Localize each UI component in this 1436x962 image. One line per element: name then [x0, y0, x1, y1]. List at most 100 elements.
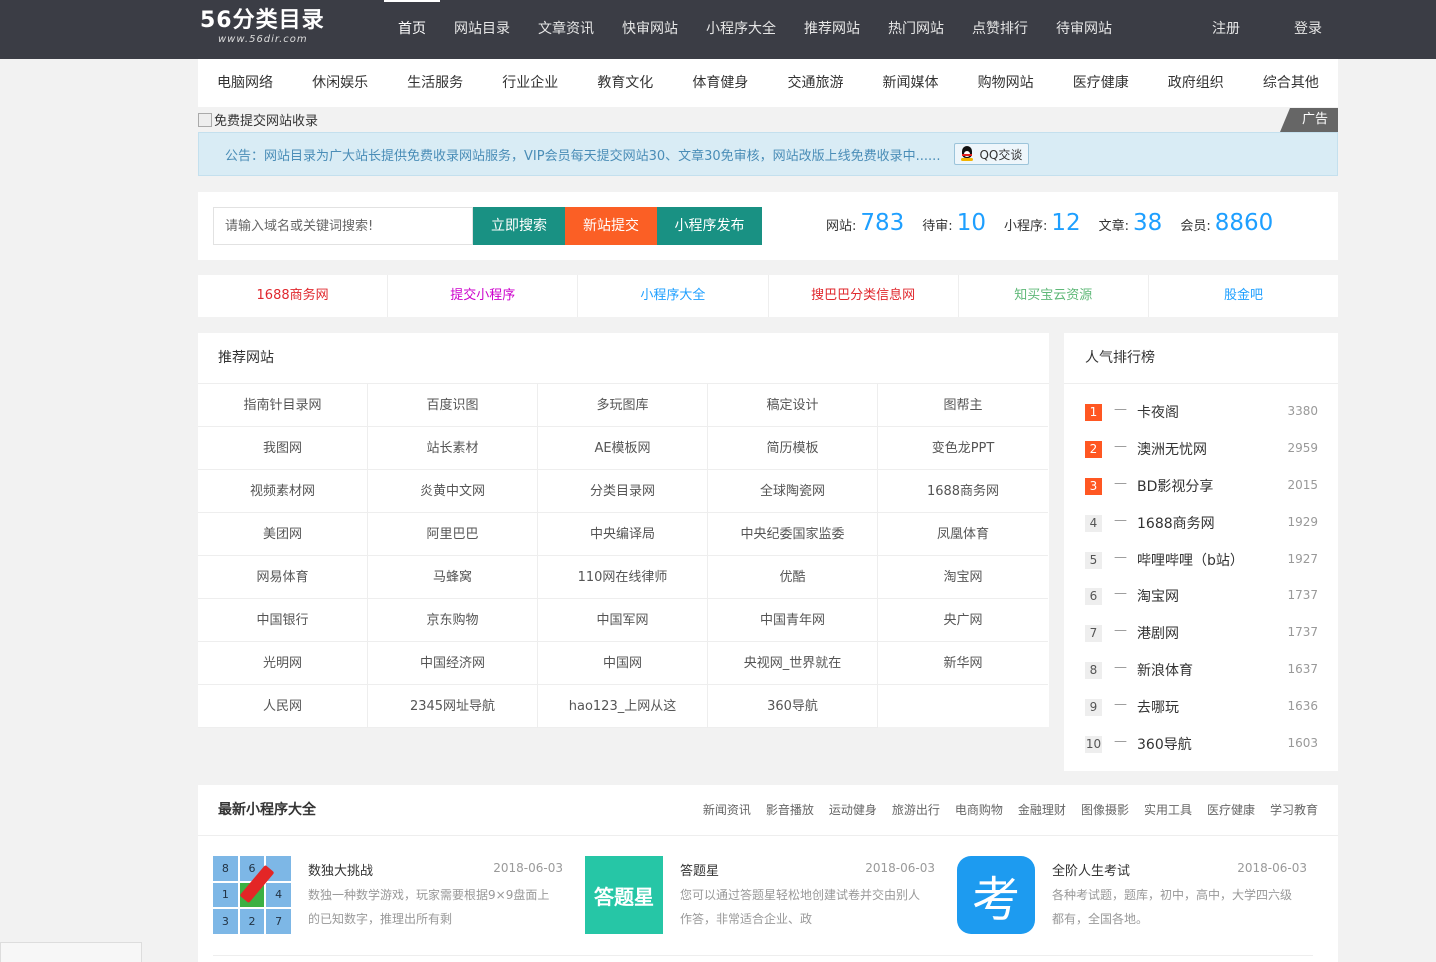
ranking-item[interactable]: 2 — 澳洲无忧网 2959 [1064, 438, 1338, 475]
register-link[interactable]: 注册 [1198, 0, 1254, 59]
nav-directory[interactable]: 网站目录 [440, 0, 524, 59]
rank-site-name[interactable]: 卡夜阁 [1137, 402, 1179, 422]
recommended-site-link[interactable]: 阿里巴巴 [368, 513, 538, 556]
mini-program-card[interactable]: 8614327 数独大挑战 2018-06-03 数独一种数学游戏，玩家需要根据… [213, 856, 563, 936]
mini-program-card[interactable]: 答题星 答题星 2018-06-03 您可以通过答题星轻松地创建试卷并交由别人作… [585, 856, 935, 936]
login-link[interactable]: 登录 [1280, 0, 1336, 59]
recommended-site-link[interactable]: 全球陶瓷网 [708, 470, 878, 513]
quick-link[interactable]: 知买宝云资源 [959, 275, 1149, 317]
rank-site-name[interactable]: 港剧网 [1137, 623, 1179, 643]
mini-category-tag[interactable]: 旅游出行 [892, 785, 940, 836]
nav-fast-review[interactable]: 快审网站 [608, 0, 692, 59]
recommended-site-link[interactable]: 淘宝网 [878, 556, 1048, 599]
recommended-site-link[interactable]: 中国网 [538, 642, 708, 685]
ranking-item[interactable]: 7 — 港剧网 1737 [1064, 622, 1338, 659]
mini-category-tag[interactable]: 新闻资讯 [703, 785, 751, 836]
site-logo[interactable]: 56分类目录 www.56dir.com [200, 8, 350, 52]
recommended-site-link[interactable]: 中央纪委国家监委 [708, 513, 878, 556]
recommended-site-link[interactable]: 图帮主 [878, 384, 1048, 427]
mini-program-card[interactable]: 考 全阶人生考试 2018-06-03 各种考试题，题库，初中，高中，大学四六级… [957, 856, 1307, 936]
rank-site-name[interactable]: 360导航 [1137, 734, 1192, 754]
recommended-site-link[interactable]: 中央编译局 [538, 513, 708, 556]
category-link[interactable]: 电脑网络 [210, 59, 280, 107]
mini-category-tag[interactable]: 学习教育 [1270, 785, 1318, 836]
recommended-site-link[interactable]: 视频素材网 [198, 470, 368, 513]
recommended-site-link[interactable]: 2345网址导航 [368, 685, 538, 728]
quick-link[interactable]: 股金吧 [1149, 275, 1338, 317]
nav-mini-programs[interactable]: 小程序大全 [692, 0, 790, 59]
recommended-site-link[interactable]: 站长素材 [368, 427, 538, 470]
recommended-site-link[interactable]: 简历模板 [708, 427, 878, 470]
mini-category-tag[interactable]: 实用工具 [1144, 785, 1192, 836]
mini-category-tag[interactable]: 医疗健康 [1207, 785, 1255, 836]
category-link[interactable]: 行业企业 [495, 59, 565, 107]
rank-site-name[interactable]: 1688商务网 [1137, 513, 1215, 533]
quick-link[interactable]: 搜巴巴分类信息网 [769, 275, 959, 317]
publish-mini-program-button[interactable]: 小程序发布 [657, 207, 762, 245]
ranking-item[interactable]: 5 — 哔哩哔哩（b站） 1927 [1064, 549, 1338, 586]
recommended-site-link[interactable]: hao123_上网从这 [538, 685, 708, 728]
nav-likes-ranking[interactable]: 点赞排行 [958, 0, 1042, 59]
recommended-site-link[interactable]: 1688商务网 [878, 470, 1048, 513]
ad-image-broken[interactable]: 免费提交网站收录 [198, 110, 318, 129]
mini-category-tag[interactable]: 金融理财 [1018, 785, 1066, 836]
recommended-site-link[interactable]: 美团网 [198, 513, 368, 556]
search-button[interactable]: 立即搜索 [473, 207, 565, 245]
category-link[interactable]: 医疗健康 [1066, 59, 1136, 107]
quick-link[interactable]: 提交小程序 [388, 275, 579, 317]
mini-category-tag[interactable]: 运动健身 [829, 785, 877, 836]
mini-category-tag[interactable]: 电商购物 [955, 785, 1003, 836]
ranking-item[interactable]: 9 — 去哪玩 1636 [1064, 696, 1338, 733]
mini-category-tag[interactable]: 影音播放 [766, 785, 814, 836]
category-link[interactable]: 教育文化 [590, 59, 660, 107]
search-input[interactable] [213, 207, 473, 245]
ranking-item[interactable]: 4 — 1688商务网 1929 [1064, 512, 1338, 549]
recommended-site-link[interactable]: 百度识图 [368, 384, 538, 427]
recommended-site-link[interactable]: 京东购物 [368, 599, 538, 642]
recommended-site-link[interactable]: 凤凰体育 [878, 513, 1048, 556]
nav-articles[interactable]: 文章资讯 [524, 0, 608, 59]
recommended-site-link[interactable]: 稿定设计 [708, 384, 878, 427]
recommended-site-link[interactable]: 指南针目录网 [198, 384, 368, 427]
rank-site-name[interactable]: 去哪玩 [1137, 697, 1179, 717]
recommended-site-link[interactable]: 炎黄中文网 [368, 470, 538, 513]
rank-site-name[interactable]: 淘宝网 [1137, 586, 1179, 606]
recommended-site-link[interactable]: 中国军网 [538, 599, 708, 642]
rank-site-name[interactable]: 新浪体育 [1137, 660, 1193, 680]
qq-chat-button[interactable]: QQ交谈 [954, 143, 1030, 165]
ranking-item[interactable]: 10 — 360导航 1603 [1064, 733, 1338, 770]
recommended-site-link[interactable]: 中国银行 [198, 599, 368, 642]
submit-site-button[interactable]: 新站提交 [565, 207, 657, 245]
recommended-site-link[interactable]: 网易体育 [198, 556, 368, 599]
nav-pending[interactable]: 待审网站 [1042, 0, 1126, 59]
recommended-site-link[interactable]: 新华网 [878, 642, 1048, 685]
rank-site-name[interactable]: 澳洲无忧网 [1137, 439, 1207, 459]
recommended-site-link[interactable]: 中国青年网 [708, 599, 878, 642]
recommended-site-link[interactable]: 360导航 [708, 685, 878, 728]
ranking-item[interactable]: 6 — 淘宝网 1737 [1064, 585, 1338, 622]
category-link[interactable]: 生活服务 [400, 59, 470, 107]
recommended-site-link[interactable]: 央广网 [878, 599, 1048, 642]
quick-link[interactable]: 小程序大全 [578, 275, 769, 317]
category-link[interactable]: 政府组织 [1161, 59, 1231, 107]
category-link[interactable]: 购物网站 [971, 59, 1041, 107]
nav-recommended[interactable]: 推荐网站 [790, 0, 874, 59]
recommended-site-link[interactable]: 变色龙PPT [878, 427, 1048, 470]
nav-hot[interactable]: 热门网站 [874, 0, 958, 59]
category-link[interactable]: 新闻媒体 [876, 59, 946, 107]
recommended-site-link[interactable]: 110网在线律师 [538, 556, 708, 599]
recommended-site-link[interactable]: 马蜂窝 [368, 556, 538, 599]
nav-home[interactable]: 首页 [384, 0, 440, 59]
recommended-site-link[interactable]: 优酷 [708, 556, 878, 599]
mini-category-tag[interactable]: 图像摄影 [1081, 785, 1129, 836]
rank-site-name[interactable]: 哔哩哔哩（b站） [1137, 550, 1244, 570]
recommended-site-link[interactable]: 光明网 [198, 642, 368, 685]
recommended-site-link[interactable]: 我图网 [198, 427, 368, 470]
recommended-site-link[interactable]: 分类目录网 [538, 470, 708, 513]
recommended-site-link[interactable]: AE模板网 [538, 427, 708, 470]
ranking-item[interactable]: 8 — 新浪体育 1637 [1064, 659, 1338, 696]
recommended-site-link[interactable]: 中国经济网 [368, 642, 538, 685]
recommended-site-link[interactable]: 人民网 [198, 685, 368, 728]
recommended-site-link[interactable]: 央视网_世界就在 [708, 642, 878, 685]
recommended-site-link[interactable]: 多玩图库 [538, 384, 708, 427]
